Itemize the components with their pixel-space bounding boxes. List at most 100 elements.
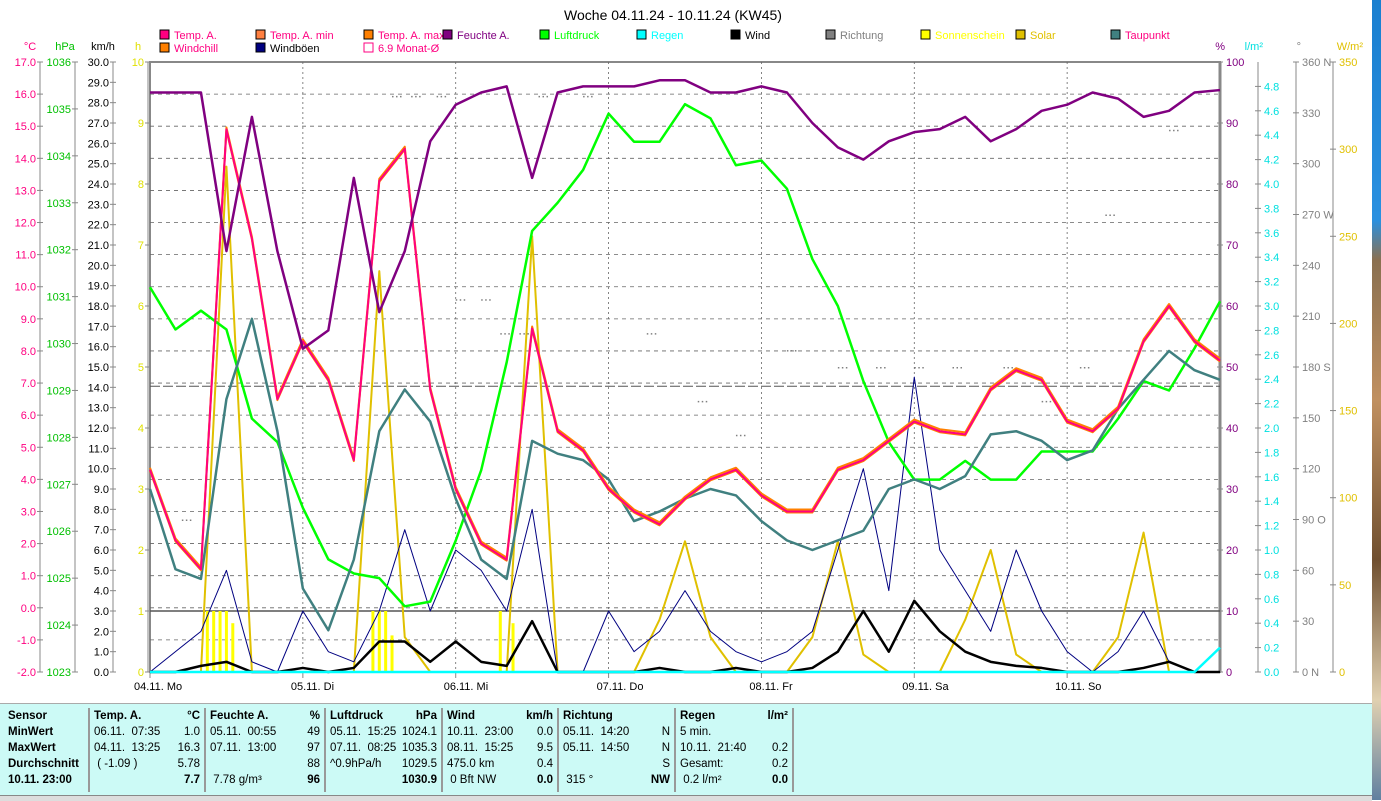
rain-tick-label: 3.2 [1264,277,1279,289]
table-value: hPa [415,710,437,722]
direction-dot [1079,367,1082,369]
direction-dot [481,299,483,301]
direction-dot [527,333,529,335]
background-photo-strip [1372,0,1381,800]
sunshine-tick-label: 4 [138,423,144,435]
table-row: Wind km/h [443,708,557,724]
table-label: MaxWert [8,742,56,754]
solar-tick-label: 250 [1339,231,1357,243]
table-value: 1.0 [184,726,200,738]
table-value: 0.2 [772,742,788,754]
humidity-tick-label: 40 [1226,423,1238,435]
legend-label-windchill: Windchill [174,43,218,55]
plot-frame [149,61,1221,673]
direction-dot [845,367,848,369]
table-row: Gesamt: 0.2 [676,756,792,772]
wind-tick-label: 9.0 [94,484,109,496]
table-row: Durchschnitt [4,756,88,772]
humidity-tick-label: 10 [1226,606,1238,618]
direction-dot [1083,367,1086,369]
rain-tick-label: 4.2 [1264,155,1279,167]
table-row: 07.11. 08:25 1035.3 [326,740,441,756]
legend-swatch-monthly-average [363,42,374,53]
direction-tick-label: 300 [1302,159,1320,171]
direction-dot [519,333,521,335]
table-row: 06.11. 07:35 1.0 [90,724,204,740]
rain-tick-label: 1.4 [1264,496,1279,508]
direction-dot [1109,214,1111,216]
wind-tick-label: 23.0 [88,199,109,211]
table-value: 1030.9 [401,774,437,786]
direction-dot [880,367,882,369]
table-row: 05.11. 14:20 N [559,724,674,740]
direction-axis-unit: ° [1297,41,1301,53]
x-tick-label: 06.11. Mi [444,681,488,693]
wind-tick-label: 10.0 [88,464,109,476]
table-column: Wind km/h 10.11. 23:00 0.0 08.11. 15:25 9.5 47… [443,708,559,792]
direction-dot [444,95,447,98]
table-row: Richtung [559,708,674,724]
direction-dot [411,95,413,98]
legend-swatch-rain [636,29,647,40]
legend-swatch-dir [825,29,836,40]
table-value: 1035.3 [401,742,437,754]
temp-tick-label: 4.0 [21,474,36,486]
direction-dot [790,350,793,352]
pressure-tick-label: 1029 [47,385,71,397]
table-column: Luftdruck hPa 05.11. 15:25 1024.1 07.11. 08:… [326,708,443,792]
rain-tick-label: 1.8 [1264,447,1279,459]
direction-dot [786,350,789,352]
wind-axis-unit: km/h [91,41,115,53]
rain-tick-label: 0.2 [1264,643,1279,655]
wind-tick-label: 0.0 [94,667,109,679]
temp-tick-label: 16.0 [15,89,36,101]
direction-tick-label: 270 W [1302,210,1334,222]
wind-tick-label: 25.0 [88,159,109,171]
sunshine-tick-label: 9 [138,118,144,130]
rain-tick-label: 3.4 [1264,252,1279,264]
legend-label-solar: Solar [1030,30,1056,42]
table-value: 16.3 [177,742,200,754]
direction-dot [646,333,649,335]
wind-tick-label: 14.0 [88,382,109,394]
legend-swatch-tmin [255,29,266,40]
table-label: ( -1.09 ) [94,758,138,770]
direction-dot [960,367,962,369]
table-value: 97 [307,742,320,754]
table-column: Feuchte A.% 05.11. 00:55 49 07.11. 13:00 97 8… [206,708,326,792]
table-row: ^0.9hPa/h 1029.5 [326,756,441,772]
table-row: MaxWert [4,740,88,756]
table-label: 05.11. 15:25 [330,726,397,738]
tmax-series-line [149,126,1221,569]
table-row: 0.2 l/m² 0.0 [676,772,792,788]
direction-dot [396,95,398,98]
sunshine-tick-label: 8 [138,179,144,191]
wind-tick-label: 1.0 [94,647,109,659]
table-value: 88 [307,758,320,770]
humidity-tick-label: 100 [1226,57,1244,69]
direction-dot [1105,214,1107,216]
direction-tick-label: 120 [1302,464,1320,476]
sunshine-bar [205,611,209,672]
sunshine-tick-label: 3 [138,484,144,496]
temp-tick-label: 7.0 [21,378,36,390]
wind-tick-label: 17.0 [88,321,109,333]
wind-tick-label: 13.0 [88,403,109,415]
chart-title: Woche 04.11.24 - 10.11.24 (KW45) [564,7,782,23]
table-value: km/h [526,710,553,722]
direction-tick-label: 90 O [1302,515,1326,527]
rain-tick-label: 2.0 [1264,423,1279,435]
legend-swatch-sun [920,29,931,40]
sunshine-axis-unit: h [135,41,141,53]
wind-tick-label: 8.0 [94,504,109,516]
direction-dot [841,367,844,369]
direction-tick-label: 30 [1302,616,1314,628]
rain-tick-label: 2.2 [1264,399,1279,411]
direction-dot [440,95,443,98]
table-row: 07.11. 13:00 97 [206,740,324,756]
table-label: 05.11. 14:20 [563,726,630,738]
direction-dot [591,95,593,98]
humidity-tick-label: 30 [1226,484,1238,496]
table-label: Gesamt: [680,758,724,770]
table-row: Feuchte A.% [206,708,324,724]
